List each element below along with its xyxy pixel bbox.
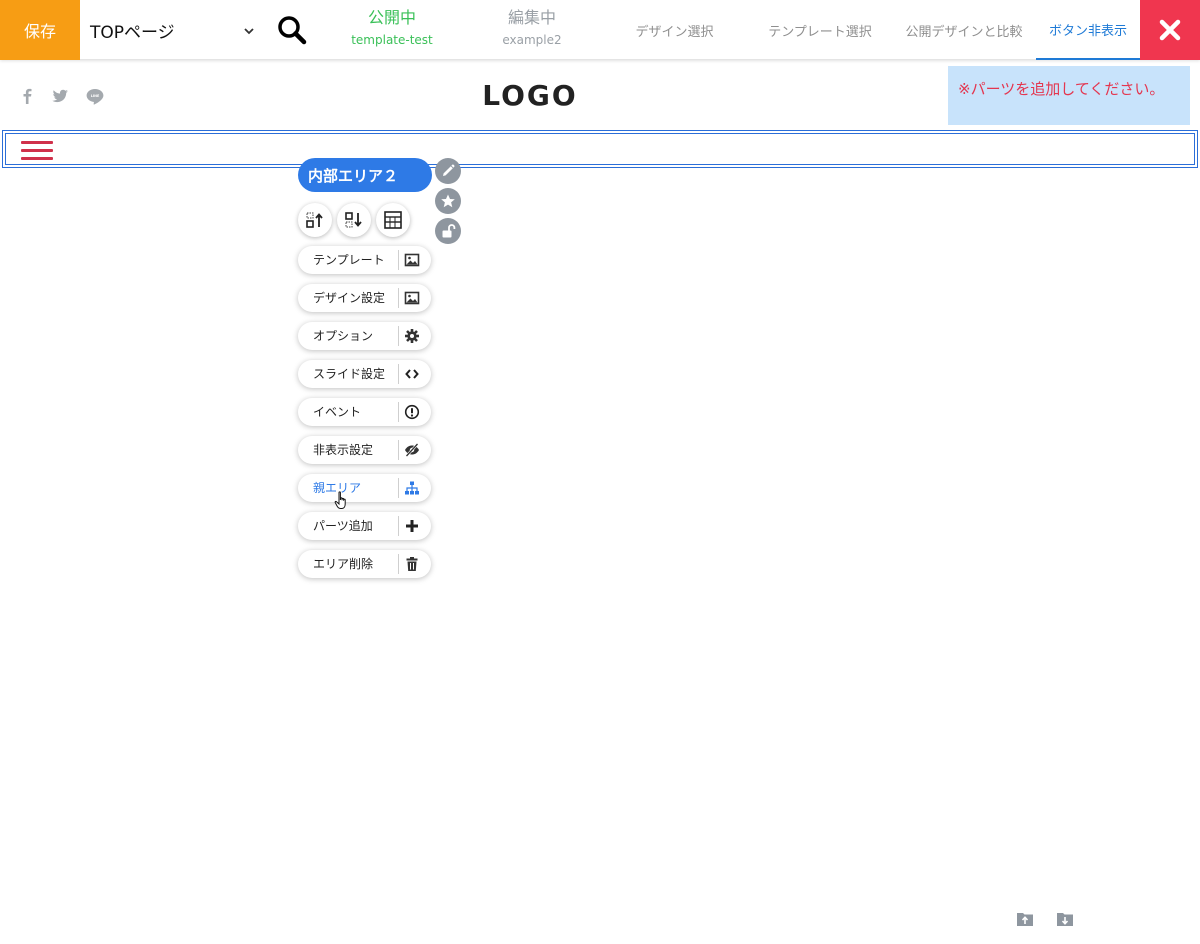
menu-item-label: 非表示設定 [313,443,374,457]
pencil-icon [443,164,455,176]
divider [398,440,399,460]
menu-item-label: パーツ追加 [313,519,373,533]
twitter-icon[interactable] [49,86,71,106]
area-title[interactable]: 内部エリア２ [298,158,432,192]
menu-item-label: デザイン設定 [313,291,386,305]
divider [398,554,399,574]
close-button[interactable] [1140,0,1200,60]
upload-icon[interactable] [1016,911,1034,927]
image-icon [404,253,420,267]
layout-button[interactable] [376,203,410,237]
menu-item-options[interactable]: オプション [298,322,431,350]
menu-item-hide-settings[interactable]: 非表示設定 [298,436,431,464]
svg-text:LINE: LINE [91,94,100,98]
star-icon [441,194,455,208]
design-select-link[interactable]: デザイン選択 [612,0,737,60]
line-icon[interactable]: LINE [84,86,106,106]
search-icon [278,16,307,45]
edit-area-button[interactable] [435,158,461,184]
alert-circle-icon [404,404,420,420]
public-status-label: 公開中 [367,8,416,27]
plus-icon [406,520,418,532]
divider [398,364,399,384]
editing-status-label: 編集中 [507,8,556,27]
add-parts-notice[interactable]: ※パーツを追加してください。 [948,66,1190,125]
download-icon[interactable] [1056,911,1074,927]
menu-item-template[interactable]: テンプレート [298,246,431,274]
hamburger-menu-icon[interactable] [21,139,53,161]
chevron-down-icon [244,28,254,35]
menu-item-event[interactable]: イベント [298,398,431,426]
menu-item-label: エリア削除 [313,557,374,571]
move-down-icon [345,212,362,228]
divider [398,478,399,498]
close-icon [1159,19,1181,41]
search-button[interactable] [274,12,310,48]
menu-item-slide-settings[interactable]: スライド設定 [298,360,431,388]
move-down-button[interactable] [337,203,371,237]
template-select-link[interactable]: テンプレート選択 [752,0,888,60]
menu-item-parent-area[interactable]: 親エリア [298,474,431,502]
menu-item-label: イベント [313,405,362,419]
nav-area[interactable] [2,130,1198,168]
editing-status[interactable]: 編集中 example2 [462,8,602,47]
menu-item-add-parts[interactable]: パーツ追加 [298,512,431,540]
sitemap-icon [405,481,419,495]
public-status[interactable]: 公開中 template-test [322,8,462,47]
facebook-icon[interactable] [16,86,38,106]
lock-area-button[interactable] [435,218,461,244]
save-button[interactable]: 保存 [0,0,80,60]
image-icon [404,291,420,305]
divider [398,516,399,536]
public-design-name: template-test [351,33,433,47]
menu-item-design-settings[interactable]: デザイン設定 [298,284,431,312]
menu-item-label: スライド設定 [313,367,386,381]
menu-item-label: オプション [313,329,374,343]
gear-icon [405,329,419,343]
site-logo[interactable]: LOGO [430,76,630,116]
compare-design-link[interactable]: 公開デザインと比較 [895,0,1033,60]
menu-item-label: テンプレート [313,253,385,267]
favorite-area-button[interactable] [435,188,461,214]
menu-item-delete-area[interactable]: エリア削除 [298,550,431,578]
pointer-cursor-icon [334,491,346,509]
divider [398,288,399,308]
divider [398,326,399,346]
move-up-button[interactable] [298,203,332,237]
page-select-value: TOPページ [90,22,175,43]
eye-slash-icon [405,443,419,457]
hide-buttons-link[interactable]: ボタン非表示 [1036,0,1140,60]
move-up-icon [306,212,323,228]
layout-icon [384,211,402,229]
editing-design-name: example2 [502,33,562,47]
divider [398,402,399,422]
unlock-icon [442,224,456,238]
code-icon [405,369,419,379]
divider [398,250,399,270]
page-select[interactable]: TOPページ [90,0,260,60]
trash-icon [406,557,418,571]
top-toolbar: 保存 TOPページ 公開中 template-test 編集中 example2… [0,0,1200,60]
